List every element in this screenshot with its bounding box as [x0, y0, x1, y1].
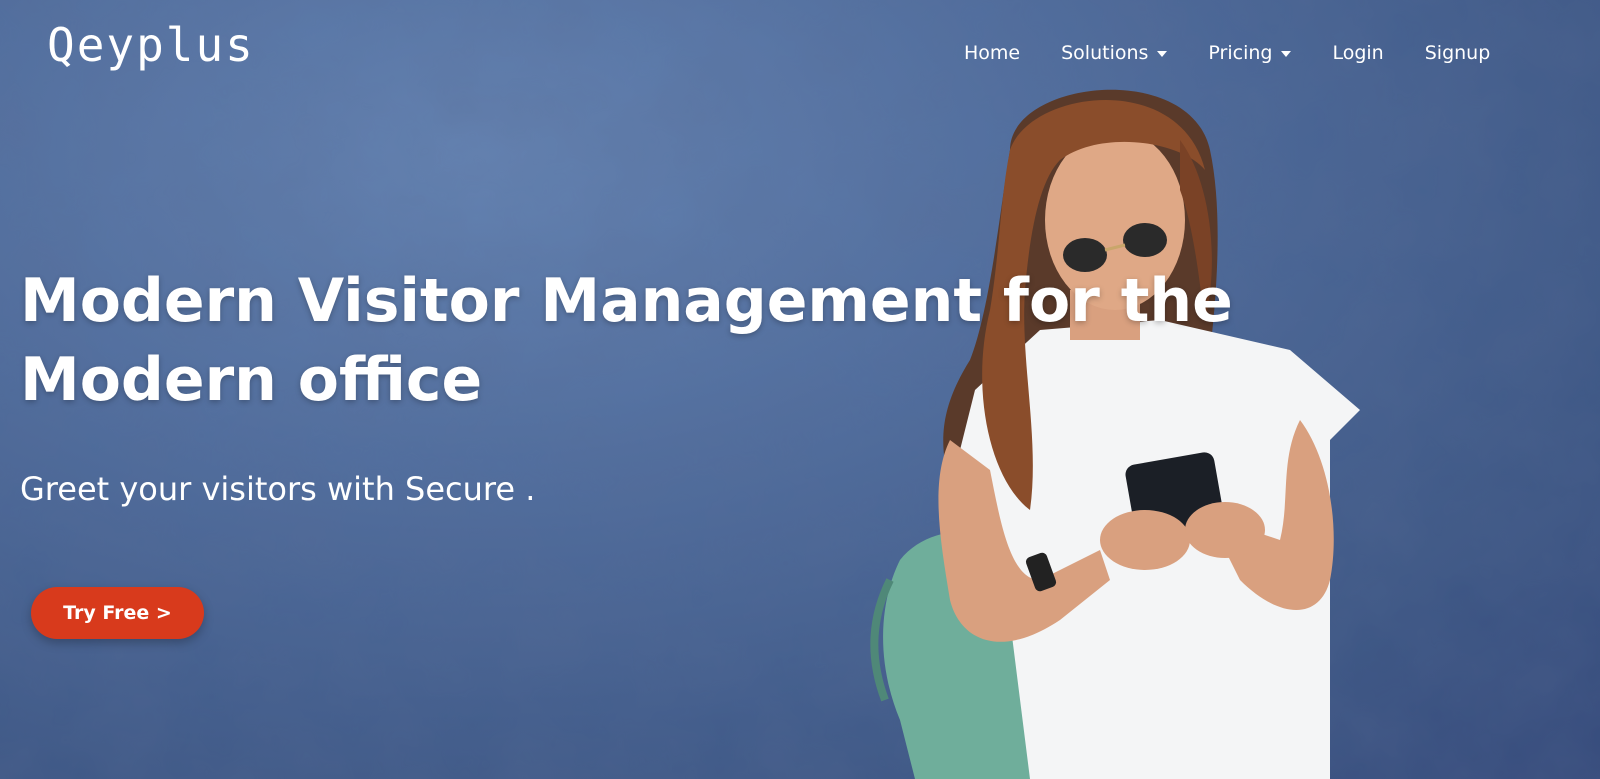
nav-item-home[interactable]: Home	[964, 42, 1020, 64]
nav-item-label: Home	[964, 42, 1021, 64]
brand-logo[interactable]: Qeyplus	[47, 22, 255, 68]
nav-item-login[interactable]: Login	[1332, 42, 1383, 64]
hero-headline: Modern Visitor Management for the Modern…	[20, 266, 1233, 415]
main-nav: Home Solutions Pricing Login Signup	[964, 42, 1490, 64]
caret-down-icon	[1157, 51, 1168, 57]
nav-item-label: Solutions	[1061, 42, 1149, 64]
caret-down-icon	[1281, 51, 1292, 57]
nav-item-label: Signup	[1424, 42, 1491, 64]
nav-item-label: Pricing	[1208, 42, 1273, 64]
nav-item-solutions[interactable]: Solutions	[1061, 42, 1168, 64]
nav-item-label: Login	[1332, 42, 1384, 64]
hero-subheadline: Greet your visitors with Secure .	[20, 470, 536, 508]
try-free-button[interactable]: Try Free >	[31, 587, 204, 639]
hero-section: Qeyplus Home Solutions Pricing Login Sig…	[0, 0, 1600, 779]
nav-item-signup[interactable]: Signup	[1425, 42, 1491, 64]
nav-item-pricing[interactable]: Pricing	[1208, 42, 1292, 64]
